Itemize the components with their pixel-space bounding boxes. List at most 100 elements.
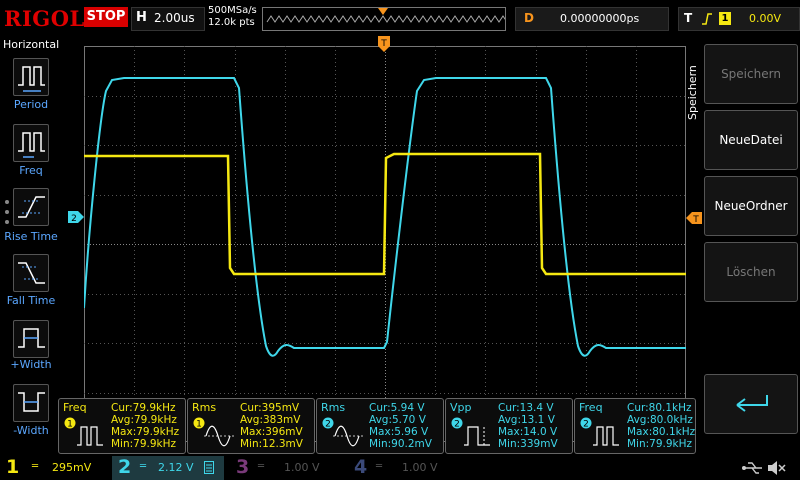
channel-2-number: 2 (118, 456, 132, 478)
period-icon (18, 66, 45, 92)
measurement-min: Min:79.9kHz (627, 438, 693, 450)
measurement-min: Min:90.2mV (369, 438, 432, 450)
channel-4-number: 4 (354, 456, 368, 478)
svg-text:T: T (692, 215, 699, 224)
measurement-cur: Cur:13.4 V (498, 402, 554, 414)
rms-icon: 1 (193, 417, 234, 447)
dc-coupling-icon: ═ (140, 461, 147, 472)
svg-text:1: 1 (67, 420, 73, 430)
period-label: Period (13, 98, 49, 111)
delay-box[interactable]: D 0.00000000ps (515, 7, 669, 31)
channel-3-number: 3 (236, 456, 250, 478)
speaker-muted-icon[interactable] (766, 459, 786, 477)
neg-width-icon (18, 392, 45, 412)
softkey-speichern[interactable]: Speichern (704, 44, 798, 104)
softkey-neue-datei[interactable]: NeueDatei (704, 110, 798, 170)
measurement-avg: Avg:383mV (240, 414, 301, 426)
rigol-logo: RIGOL (4, 6, 85, 31)
svg-text:2: 2 (325, 420, 331, 430)
softkey-enter[interactable] (704, 374, 798, 434)
pos-width-button[interactable] (13, 320, 49, 358)
channel-1-status[interactable]: 1 ═ 295mV (0, 456, 112, 480)
pos-width-icon (18, 328, 45, 348)
freq-icon (18, 132, 45, 158)
ch2-offset-marker[interactable]: 2 (68, 211, 84, 223)
measurement-min: Min:79.9kHz (111, 438, 177, 450)
measurement-name: Freq (579, 401, 603, 414)
measurement-cur: Cur:395mV (240, 402, 300, 414)
freq-icon: 1 (64, 417, 103, 446)
measurement-max: Max:396mV (240, 426, 303, 438)
timebase-letter: H (136, 10, 147, 25)
rise-time-button[interactable] (13, 188, 49, 226)
freq-label: Freq (19, 164, 43, 177)
measure-menu-title: Horizontal (3, 38, 60, 51)
channel-4-scale: 1.00 V (402, 461, 438, 474)
dc-coupling-icon: ═ (376, 461, 383, 472)
neg-width-button[interactable] (13, 384, 49, 422)
timebase-value: 2.00us (154, 11, 195, 25)
channel-1-scale: 295mV (52, 461, 92, 474)
softkey-neue-ordner[interactable]: NeueOrdner (704, 176, 798, 236)
waveform-display[interactable] (83, 46, 686, 442)
trigger-box[interactable]: T 1 0.00V (678, 7, 800, 31)
delay-value: 0.00000000ps (560, 12, 640, 25)
measurement-name: Freq (63, 401, 87, 414)
dc-coupling-icon: ═ (258, 461, 265, 472)
fall-time-icon (18, 262, 45, 284)
measurement-cur: Cur:5.94 V (369, 402, 425, 414)
channel-1-number: 1 (6, 456, 20, 478)
measurement-freq-ch1[interactable]: Freq 1 Cur:79.9kHz Avg:79.9kHz Max:79.9k… (58, 398, 186, 454)
channel-2-status[interactable]: 2 ═ 2.12 V (112, 456, 224, 480)
channel-4-status[interactable]: 4 ═ 1.00 V (346, 456, 458, 480)
run-stop-indicator[interactable]: STOP (84, 7, 128, 27)
memory-timeline-bar[interactable] (262, 7, 516, 31)
trigger-level-marker[interactable]: T (686, 212, 702, 224)
measurement-name: Rms (321, 401, 346, 414)
measurement-name: Vpp (450, 401, 472, 414)
neg-width-label: -Width (13, 424, 49, 437)
measurement-max: Max:14.0 V (498, 426, 558, 438)
measurement-rms-ch2[interactable]: Rms 2 Cur:5.94 V Avg:5.70 V Max:5.96 V M… (316, 398, 444, 454)
measurement-max: Max:5.96 V (369, 426, 429, 438)
period-button[interactable] (13, 58, 49, 96)
svg-text:2: 2 (71, 214, 77, 223)
channel-status-bar: 1 ═ 295mV 2 ═ 2.12 V 3 ═ 1.00 V 4 ═ 1.00… (0, 456, 800, 480)
vpp-icon: 2 (451, 417, 490, 446)
softkey-loeschen[interactable]: Löschen (704, 242, 798, 302)
bandwidth-limit-icon (204, 461, 214, 474)
fall-time-button[interactable] (13, 254, 49, 292)
measurement-avg: Avg:5.70 V (369, 414, 426, 426)
channel-2-scale: 2.12 V (158, 461, 194, 474)
enter-icon (736, 395, 768, 412)
measurement-max: Max:79.9kHz (111, 426, 180, 438)
trigger-letter: T (684, 11, 693, 25)
measurement-rms-ch1[interactable]: Rms 1 Cur:395mV Avg:383mV Max:396mV Min:… (187, 398, 315, 454)
svg-text:T: T (380, 39, 387, 49)
rise-time-icon (18, 196, 45, 218)
svg-text:1: 1 (196, 420, 202, 430)
rising-edge-icon (702, 13, 712, 25)
rise-time-label: Rise Time (4, 230, 58, 243)
freq-button[interactable] (13, 124, 49, 162)
menu-title: Speichern (686, 65, 699, 120)
channel-3-status[interactable]: 3 ═ 1.00 V (228, 456, 340, 480)
delay-letter: D (524, 11, 534, 25)
top-status-bar: RIGOL STOP H 2.00us 500MSa/s 12.0k pts D… (0, 0, 800, 36)
sample-rate: 500MSa/s (208, 5, 257, 16)
timebase-box[interactable]: H 2.00us (131, 7, 205, 31)
usb-icon (742, 462, 762, 474)
freq-icon: 2 (580, 417, 619, 446)
rms-icon: 2 (322, 417, 363, 447)
measurement-min: Min:12.3mV (240, 438, 303, 450)
timeline-waveform-icon (266, 8, 516, 23)
measurement-avg: Avg:80.0kHz (627, 414, 693, 426)
trigger-position-marker[interactable]: T (378, 36, 390, 52)
ch1-waveform (84, 152, 686, 276)
measurement-name: Rms (192, 401, 217, 414)
measurement-freq-ch2[interactable]: Freq 2 Cur:80.1kHz Avg:80.0kHz Max:80.1k… (574, 398, 696, 454)
trigger-level: 0.00V (749, 12, 782, 25)
measurement-vpp-ch2[interactable]: Vpp 2 Cur:13.4 V Avg:13.1 V Max:14.0 V M… (445, 398, 573, 454)
measurement-cur: Cur:80.1kHz (627, 402, 692, 414)
channel-3-scale: 1.00 V (284, 461, 320, 474)
